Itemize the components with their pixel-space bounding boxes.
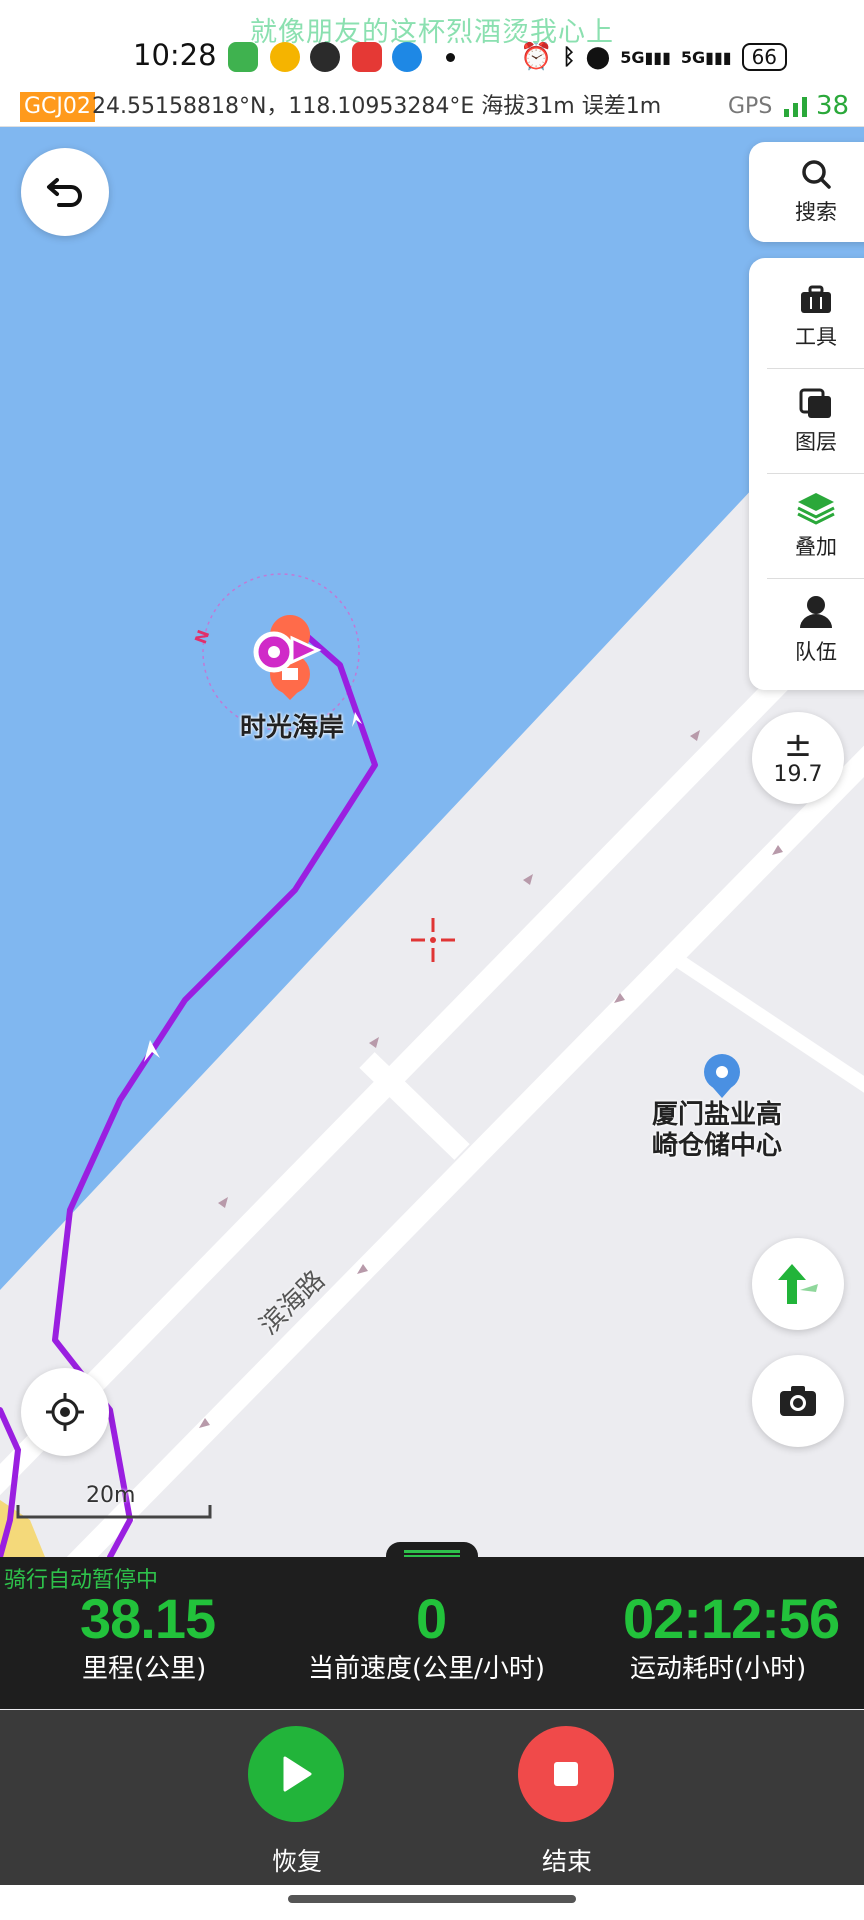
telecom-icon — [392, 42, 422, 72]
distance-label: 里程(公里) — [82, 1654, 207, 1684]
resume-label: 恢复 — [272, 1847, 323, 1876]
stop-icon — [554, 1762, 578, 1786]
overlay-stack-icon — [797, 493, 835, 525]
overlay-label: 叠加 — [795, 535, 837, 559]
tools-label: 工具 — [795, 325, 837, 349]
map-canvas[interactable]: N — [0, 127, 864, 1557]
location-icon: ⬤ — [585, 44, 611, 70]
search-label: 搜索 — [795, 200, 837, 224]
turn-arrow-icon — [778, 1264, 818, 1304]
zoom-level: 19.7 — [773, 761, 823, 787]
action-bar — [0, 1710, 864, 1885]
end-button[interactable] — [518, 1726, 614, 1822]
crosshair-center — [430, 937, 436, 943]
poi2-pin-dot — [716, 1066, 728, 1078]
toolbox-icon — [801, 285, 831, 313]
notification-dot-icon — [446, 53, 455, 62]
navigation-button[interactable] — [752, 1238, 844, 1330]
search-item[interactable]: 搜索 — [749, 142, 864, 242]
divider — [767, 368, 864, 369]
camera-icon — [780, 1386, 816, 1416]
resume-button[interactable] — [248, 1726, 344, 1822]
speed-value: 0 — [416, 1587, 447, 1650]
gps-signal-icon — [784, 97, 807, 117]
play-icon — [283, 1756, 312, 1792]
tools-button[interactable]: 工具 — [749, 266, 864, 370]
speed-label: 当前速度(公里/小时) — [308, 1654, 546, 1684]
satellite-count: 38 — [816, 91, 850, 121]
layers-icon — [799, 388, 831, 418]
search-button[interactable]: 搜索 — [749, 142, 864, 242]
distance-value: 38.15 — [80, 1587, 216, 1650]
battery-indicator: 66 — [741, 43, 788, 71]
search-icon — [802, 160, 831, 189]
back-button[interactable] — [21, 148, 109, 236]
signal-icon-1: 5G▮▮▮ — [620, 47, 671, 67]
end-label: 结束 — [542, 1847, 593, 1876]
locate-me-button[interactable] — [21, 1368, 109, 1456]
current-position-dot — [268, 646, 280, 658]
wechat-icon — [310, 42, 340, 72]
team-person-icon — [800, 596, 832, 628]
poi2-label-line2: 崎仓储中心 — [652, 1131, 783, 1161]
map-app-icon — [228, 42, 258, 72]
team-button[interactable]: 队伍 — [749, 578, 864, 682]
poi2-label: 厦门盐业高 崎仓储中心 — [652, 1100, 782, 1162]
elapsed-time-label: 运动耗时(小时) — [630, 1654, 807, 1684]
zoom-plusminus-icon: ± — [783, 724, 813, 765]
bluetooth-icon: ᛒ — [562, 44, 576, 70]
overlay-button[interactable]: 叠加 — [749, 474, 864, 578]
layers-label: 图层 — [795, 430, 837, 454]
home-indicator[interactable] — [288, 1895, 576, 1903]
poi-pin-glyph — [282, 668, 298, 680]
coord-system-badge: GCJ02 — [20, 92, 95, 122]
elapsed-time-value: 02:12:56 — [623, 1587, 840, 1650]
signal-icon-2: 5G▮▮▮ — [680, 47, 732, 67]
locate-target-icon — [46, 1393, 84, 1431]
weibo-icon — [270, 42, 300, 72]
zoom-button[interactable]: ± 19.7 — [752, 712, 844, 804]
status-time: 10:28 — [133, 38, 217, 72]
team-label: 队伍 — [795, 640, 837, 664]
coordinates-readout: 24.55158818°N，118.10953284°E 海拔31m 误差1m — [92, 94, 662, 119]
alarm-icon: ⏰ — [520, 42, 553, 72]
back-arrow-icon — [47, 178, 82, 207]
tool-panel: 工具 图层 叠加 队伍 — [749, 258, 864, 690]
poi-label: 时光海岸 — [240, 713, 345, 743]
scale-label: 20m — [86, 1483, 136, 1508]
system-icons: ⏰ ᛒ ⬤ 5G▮▮▮ 5G▮▮▮ 66 — [520, 40, 788, 74]
poi2-label-line1: 厦门盐业高 — [652, 1100, 783, 1130]
shopping-app-icon — [352, 42, 382, 72]
gps-label: GPS — [728, 94, 773, 119]
camera-button[interactable] — [752, 1355, 844, 1447]
layers-button[interactable]: 图层 — [749, 370, 864, 474]
